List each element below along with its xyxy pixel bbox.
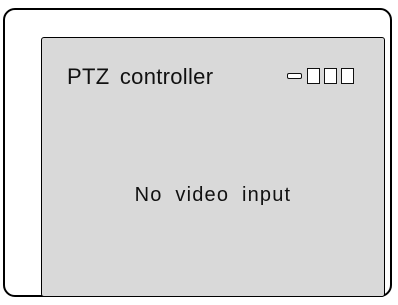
box-indicator-icon [324,68,337,84]
dash-indicator-icon [287,73,302,79]
box-indicator-icon [341,68,354,84]
no-video-message: No video input [134,184,292,206]
display-screen: PTZ controller No video input [41,37,385,297]
monitor-frame: PTZ controller No video input [3,8,392,297]
screen-title: PTZ controller [67,64,214,89]
box-indicator-icon [307,68,320,84]
status-indicators [287,68,354,84]
